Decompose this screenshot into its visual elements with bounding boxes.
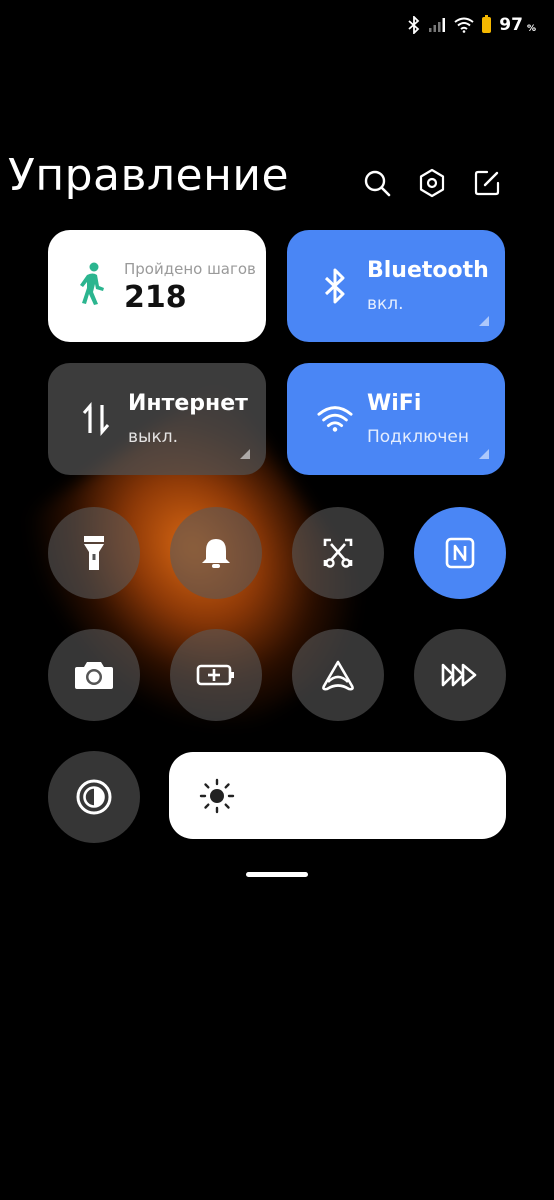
expand-corner-icon[interactable] xyxy=(479,316,489,326)
mobile-data-icon xyxy=(78,399,114,439)
signal-icon xyxy=(429,18,446,32)
walking-icon xyxy=(74,262,110,305)
gear-icon xyxy=(419,168,445,198)
camera-toggle[interactable] xyxy=(48,629,140,721)
bluetooth-name: Bluetooth xyxy=(367,258,489,283)
nfc-toggle[interactable] xyxy=(414,507,506,599)
header-actions xyxy=(362,168,502,198)
screenshot-icon xyxy=(323,538,353,568)
wifi-icon xyxy=(317,399,353,439)
wifi-status: Подключен xyxy=(367,427,469,447)
battery-percent-sign: % xyxy=(526,24,536,34)
screenshot-toggle[interactable] xyxy=(292,507,384,599)
wifi-name: WiFi xyxy=(367,391,422,416)
status-bar: 97 % xyxy=(408,12,536,38)
edit-icon xyxy=(474,170,500,196)
bluetooth-status-icon xyxy=(408,16,420,34)
home-indicator[interactable] xyxy=(246,872,308,877)
dark-mode-icon xyxy=(76,779,112,815)
battery-percent: 97 xyxy=(499,15,523,35)
reading-mode-icon xyxy=(322,660,354,691)
expand-corner-icon[interactable] xyxy=(479,449,489,459)
battery-saver-icon xyxy=(196,664,234,686)
wifi-status-icon xyxy=(454,17,474,33)
wifi-tile[interactable]: WiFi Подключен xyxy=(287,363,505,475)
do-not-disturb-toggle[interactable] xyxy=(170,507,262,599)
expand-corner-icon[interactable] xyxy=(240,449,250,459)
settings-button[interactable] xyxy=(417,168,447,198)
steps-tile[interactable]: Пройдено шагов 218 xyxy=(48,230,266,342)
internet-name: Интернет xyxy=(128,391,248,416)
page-title: Управление xyxy=(8,150,290,201)
camera-icon xyxy=(75,662,113,689)
performance-mode-toggle[interactable] xyxy=(414,629,506,721)
battery-saver-toggle[interactable] xyxy=(170,629,262,721)
steps-value: 218 xyxy=(124,280,187,315)
search-button[interactable] xyxy=(362,168,392,198)
steps-label: Пройдено шагов xyxy=(124,260,256,278)
brightness-slider[interactable] xyxy=(169,752,506,839)
battery-icon xyxy=(482,15,492,33)
bluetooth-tile[interactable]: Bluetooth вкл. xyxy=(287,230,505,342)
internet-status: выкл. xyxy=(128,427,178,447)
flashlight-toggle[interactable] xyxy=(48,507,140,599)
bluetooth-icon xyxy=(317,266,353,306)
flashlight-icon xyxy=(84,536,104,570)
bell-icon xyxy=(202,539,230,568)
internet-tile[interactable]: Интернет выкл. xyxy=(48,363,266,475)
edit-button[interactable] xyxy=(472,168,502,198)
fast-forward-icon xyxy=(441,663,477,687)
search-icon xyxy=(364,170,391,197)
brightness-icon xyxy=(199,778,235,814)
nfc-icon xyxy=(445,537,475,569)
bluetooth-status: вкл. xyxy=(367,294,404,314)
dark-mode-toggle[interactable] xyxy=(48,751,140,843)
reading-mode-toggle[interactable] xyxy=(292,629,384,721)
